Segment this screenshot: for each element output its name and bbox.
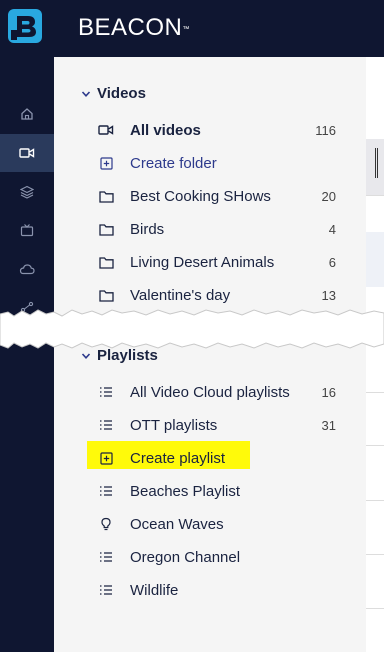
playlist-row[interactable]: Oregon Channel	[98, 546, 338, 568]
list-icon	[100, 486, 112, 496]
playlist-label: Ocean Waves	[130, 515, 224, 533]
playlist-row[interactable]: OTT playlists 31	[98, 414, 338, 436]
folder-count: 20	[321, 188, 336, 204]
folder-label: Living Desert Animals	[130, 253, 275, 271]
tv-nav[interactable]	[0, 211, 54, 249]
playlist-row[interactable]: All Video Cloud playlists 16	[98, 381, 338, 403]
tv-icon	[20, 224, 34, 237]
folder-label: All videos	[130, 121, 201, 139]
brand-name: BEACON™	[78, 14, 190, 41]
cloud-nav[interactable]	[0, 250, 54, 288]
playlist-row[interactable]: Ocean Waves	[98, 513, 338, 535]
playlist-label: OTT playlists	[130, 416, 218, 434]
torn-edge-divider	[0, 309, 384, 349]
playlist-count: 31	[321, 417, 336, 433]
list-icon	[100, 387, 112, 397]
create-folder-label: Create folder	[130, 154, 217, 172]
folder-count: 6	[328, 254, 336, 270]
home-nav[interactable]	[0, 95, 54, 133]
create-playlist-label: Create playlist	[130, 449, 226, 467]
layers-nav[interactable]	[0, 173, 54, 211]
video-camera-icon	[98, 125, 114, 135]
folder-label: Birds	[130, 220, 165, 238]
folder-row-all-videos[interactable]: All videos 116	[98, 119, 338, 141]
home-icon	[21, 108, 33, 120]
chevron-down-icon	[81, 352, 91, 359]
resize-handle[interactable]	[375, 148, 378, 178]
create-folder-button[interactable]: Create folder	[98, 152, 338, 174]
folder-row[interactable]: Living Desert Animals 6	[98, 251, 338, 273]
playlist-count: 16	[321, 384, 336, 400]
folder-row[interactable]: Best Cooking SHows 20	[98, 185, 338, 207]
folder-label: Best Cooking SHows	[130, 187, 271, 205]
playlist-label: Wildlife	[130, 581, 179, 599]
layers-icon	[20, 185, 34, 199]
list-icon	[100, 585, 112, 595]
playlist-label: All Video Cloud playlists	[130, 383, 290, 401]
video-camera-icon	[19, 148, 35, 158]
chevron-down-icon	[81, 90, 91, 97]
playlists-section-header[interactable]: Playlists	[80, 347, 158, 364]
folder-icon	[98, 223, 114, 236]
playlist-row[interactable]: Beaches Playlist	[98, 480, 338, 502]
plus-square-icon	[99, 451, 113, 465]
videos-nav[interactable]	[0, 134, 54, 172]
folder-icon	[98, 256, 114, 269]
videos-section-title: Videos	[97, 85, 146, 102]
plus-square-icon	[99, 156, 113, 170]
folder-count: 4	[328, 221, 336, 237]
beacon-logo[interactable]	[8, 9, 42, 43]
videos-section-header[interactable]: Videos	[80, 85, 146, 102]
playlist-label: Beaches Playlist	[130, 482, 241, 500]
playlist-row[interactable]: Wildlife	[98, 579, 338, 601]
list-icon	[100, 420, 112, 430]
folder-icon	[98, 190, 114, 203]
playlists-section-title: Playlists	[97, 347, 158, 364]
cloud-icon	[19, 264, 35, 275]
folder-count: 116	[315, 122, 336, 138]
lightbulb-icon	[101, 517, 111, 531]
folder-row[interactable]: Birds 4	[98, 218, 338, 240]
top-bar: BEACON™	[0, 0, 384, 57]
list-icon	[100, 552, 112, 562]
create-playlist-button[interactable]: Create playlist	[98, 447, 338, 469]
playlist-label: Oregon Channel	[130, 548, 241, 566]
